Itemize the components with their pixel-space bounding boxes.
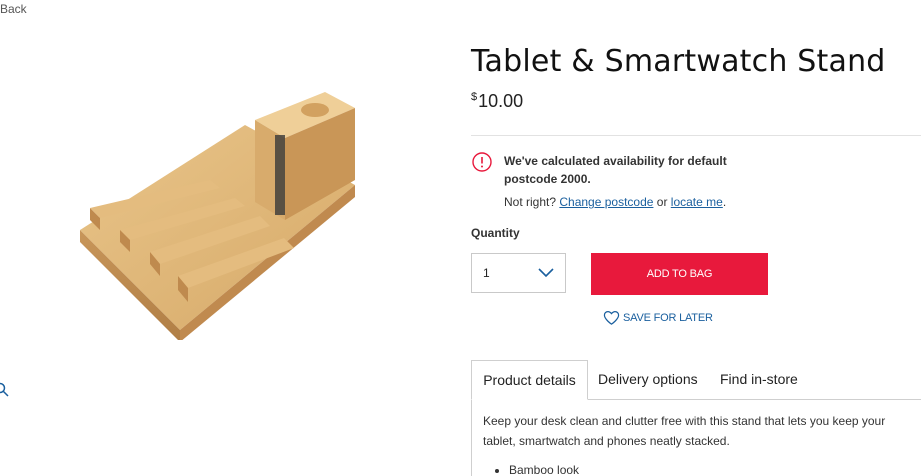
- chevron-down-icon: [538, 268, 554, 278]
- product-image: [80, 92, 355, 340]
- quantity-value: 1: [483, 266, 490, 280]
- not-right-text: Not right?: [504, 195, 560, 209]
- product-price: $10.00: [471, 91, 523, 112]
- back-link[interactable]: Back: [0, 2, 27, 16]
- locate-me-link[interactable]: locate me: [671, 195, 723, 209]
- or-text: or: [653, 195, 671, 209]
- price-currency: $: [471, 91, 478, 103]
- tab-product-details[interactable]: Product details: [471, 360, 588, 400]
- quantity-select[interactable]: 1: [471, 253, 566, 293]
- list-item: Bamboo look: [509, 463, 579, 476]
- heart-icon: [603, 310, 620, 325]
- save-for-later-label: SAVE FOR LATER: [623, 312, 713, 324]
- availability-message: We've calculated availability for defaul…: [504, 154, 727, 186]
- add-to-bag-button[interactable]: ADD TO BAG: [591, 253, 768, 295]
- product-page: Back Tablet & Smartwatch Stand $10.00 We…: [0, 0, 921, 476]
- tab-find-in-store[interactable]: Find in-store: [720, 360, 798, 400]
- product-details-panel: Keep your desk clean and clutter free wi…: [471, 399, 921, 476]
- period-text: .: [722, 195, 727, 209]
- zoom-icon[interactable]: [0, 382, 10, 398]
- feature-list: Bamboo look: [483, 463, 579, 476]
- product-title: Tablet & Smartwatch Stand: [471, 44, 886, 79]
- divider: [471, 135, 921, 136]
- tab-delivery-options[interactable]: Delivery options: [598, 360, 698, 400]
- change-postcode-link[interactable]: Change postcode: [559, 195, 653, 209]
- product-description: Keep your desk clean and clutter free wi…: [483, 414, 886, 448]
- postcode-hint: Not right? Change postcode or locate me.: [504, 195, 726, 209]
- alert-icon: [472, 152, 492, 172]
- product-tabs: Product details Delivery options Find in…: [471, 360, 921, 400]
- price-amount: 10.00: [478, 91, 524, 111]
- save-for-later-button[interactable]: SAVE FOR LATER: [603, 308, 713, 328]
- quantity-label: Quantity: [471, 226, 520, 240]
